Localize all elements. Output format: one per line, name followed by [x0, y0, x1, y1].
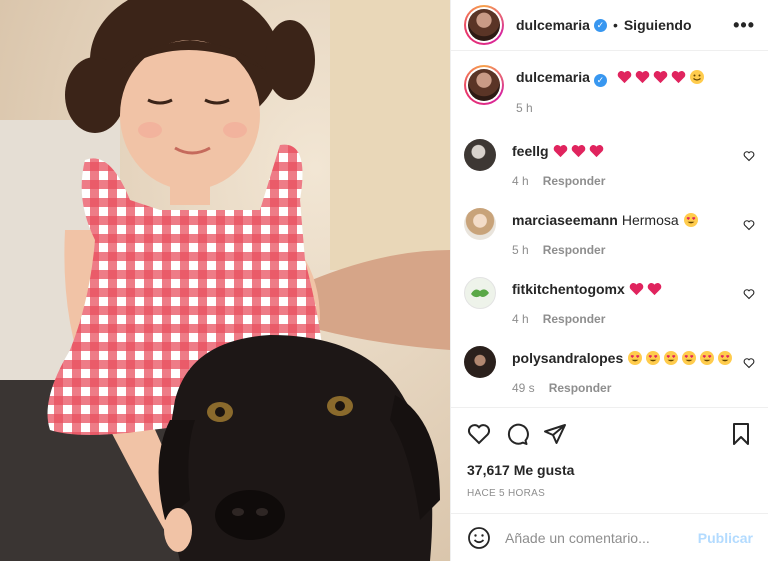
- author-avatar[interactable]: [464, 5, 504, 45]
- comment-icon[interactable]: [505, 422, 529, 446]
- reply-button[interactable]: Responder: [549, 381, 612, 395]
- caption-time: 5 h: [516, 100, 533, 115]
- comment-time: 49 s: [512, 380, 535, 395]
- heart-eyes-emoji: [628, 350, 643, 365]
- comment-item: marciaseemann Hermosa 5 h Responder: [464, 207, 755, 257]
- heart-eyes-emoji: [646, 350, 661, 365]
- like-comment-heart-icon[interactable]: [743, 219, 755, 231]
- bookmark-icon[interactable]: [729, 422, 753, 446]
- caption: dulcemaria ✓ 5 h: [464, 65, 755, 115]
- verified-icon: ✓: [593, 18, 607, 32]
- red-heart-emoji: [589, 144, 603, 157]
- author-username[interactable]: dulcemaria: [516, 17, 590, 33]
- heart-eyes-emoji: [683, 212, 698, 227]
- red-heart-emoji: [617, 71, 632, 84]
- fitkitchen-logo-icon: [471, 288, 489, 297]
- comment-username[interactable]: feellg: [512, 143, 549, 159]
- commenter-avatar[interactable]: [464, 276, 496, 309]
- heart-eyes-emoji: [700, 350, 715, 365]
- comment-input[interactable]: Añade un comentario...: [505, 530, 698, 546]
- reply-button[interactable]: Responder: [543, 174, 606, 188]
- post-actions: 37,617 Me gusta HACE 5 HORAS: [451, 407, 768, 499]
- red-heart-emoji: [571, 144, 585, 157]
- red-heart-emoji: [629, 282, 644, 295]
- heart-eyes-emoji: [682, 350, 697, 365]
- likes-count[interactable]: 37,617 Me gusta: [467, 462, 753, 478]
- comment-time: 4 h: [512, 311, 529, 326]
- comment-time: 4 h: [512, 173, 529, 188]
- caption-username[interactable]: dulcemaria: [516, 69, 590, 85]
- comment-meta: 5 h Responder: [512, 243, 755, 257]
- publish-button[interactable]: Publicar: [698, 530, 753, 546]
- smile-icon[interactable]: [467, 526, 491, 550]
- comment-meta: 4 h Responder: [512, 312, 755, 326]
- comments-list[interactable]: dulcemaria ✓ 5 h feellg 4 h Responder marc…: [451, 51, 768, 406]
- like-comment-heart-icon[interactable]: [743, 357, 755, 369]
- comment-text: Hermosa: [621, 211, 679, 228]
- commenter-avatar[interactable]: [464, 345, 496, 378]
- comment-username[interactable]: fitkitchentogomx: [512, 281, 625, 297]
- photo-girl-and-dog: [0, 0, 450, 561]
- comment-item: fitkitchentogomx 4 h Responder: [464, 276, 755, 326]
- commenter-avatar[interactable]: [464, 138, 496, 171]
- share-icon[interactable]: [543, 422, 567, 446]
- comment-username[interactable]: marciaseemann: [512, 212, 618, 228]
- caption-avatar[interactable]: [464, 65, 504, 105]
- posted-time[interactable]: HACE 5 HORAS: [467, 488, 753, 499]
- separator-dot: •: [612, 17, 618, 33]
- red-heart-emoji: [653, 71, 668, 84]
- comment-meta: 4 h Responder: [512, 174, 755, 188]
- smiling-face-emoji: [689, 70, 704, 84]
- like-comment-heart-icon[interactable]: [743, 288, 755, 300]
- post-panel: dulcemaria ✓ • Siguiendo ••• dulcemaria ✓…: [450, 0, 768, 561]
- add-comment-bar: Añade un comentario... Publicar: [451, 513, 768, 561]
- action-icons: [467, 420, 753, 448]
- red-heart-emoji: [635, 71, 650, 84]
- more-icon[interactable]: •••: [733, 15, 755, 36]
- red-heart-emoji: [671, 71, 686, 84]
- following-button[interactable]: Siguiendo: [624, 17, 692, 33]
- verified-icon: ✓: [593, 73, 607, 87]
- comment-item: feellg 4 h Responder: [464, 138, 755, 188]
- red-heart-emoji: [647, 282, 662, 295]
- comment-username[interactable]: polysandralopes: [512, 350, 623, 366]
- reply-button[interactable]: Responder: [543, 243, 606, 257]
- like-comment-heart-icon[interactable]: [743, 150, 755, 162]
- caption-meta: 5 h: [516, 101, 755, 115]
- post-header: dulcemaria ✓ • Siguiendo •••: [451, 0, 768, 51]
- red-heart-emoji: [553, 144, 567, 157]
- heart-eyes-emoji: [664, 350, 679, 365]
- commenter-avatar[interactable]: [464, 207, 496, 240]
- comment-time: 5 h: [512, 242, 529, 257]
- post-photo[interactable]: [0, 0, 450, 561]
- comment-item: polysandralopes 49 s Responder: [464, 345, 755, 395]
- reply-button[interactable]: Responder: [543, 312, 606, 326]
- heart-eyes-emoji: [718, 350, 733, 365]
- comment-meta: 49 s Responder: [512, 381, 755, 395]
- heart-icon[interactable]: [467, 422, 491, 446]
